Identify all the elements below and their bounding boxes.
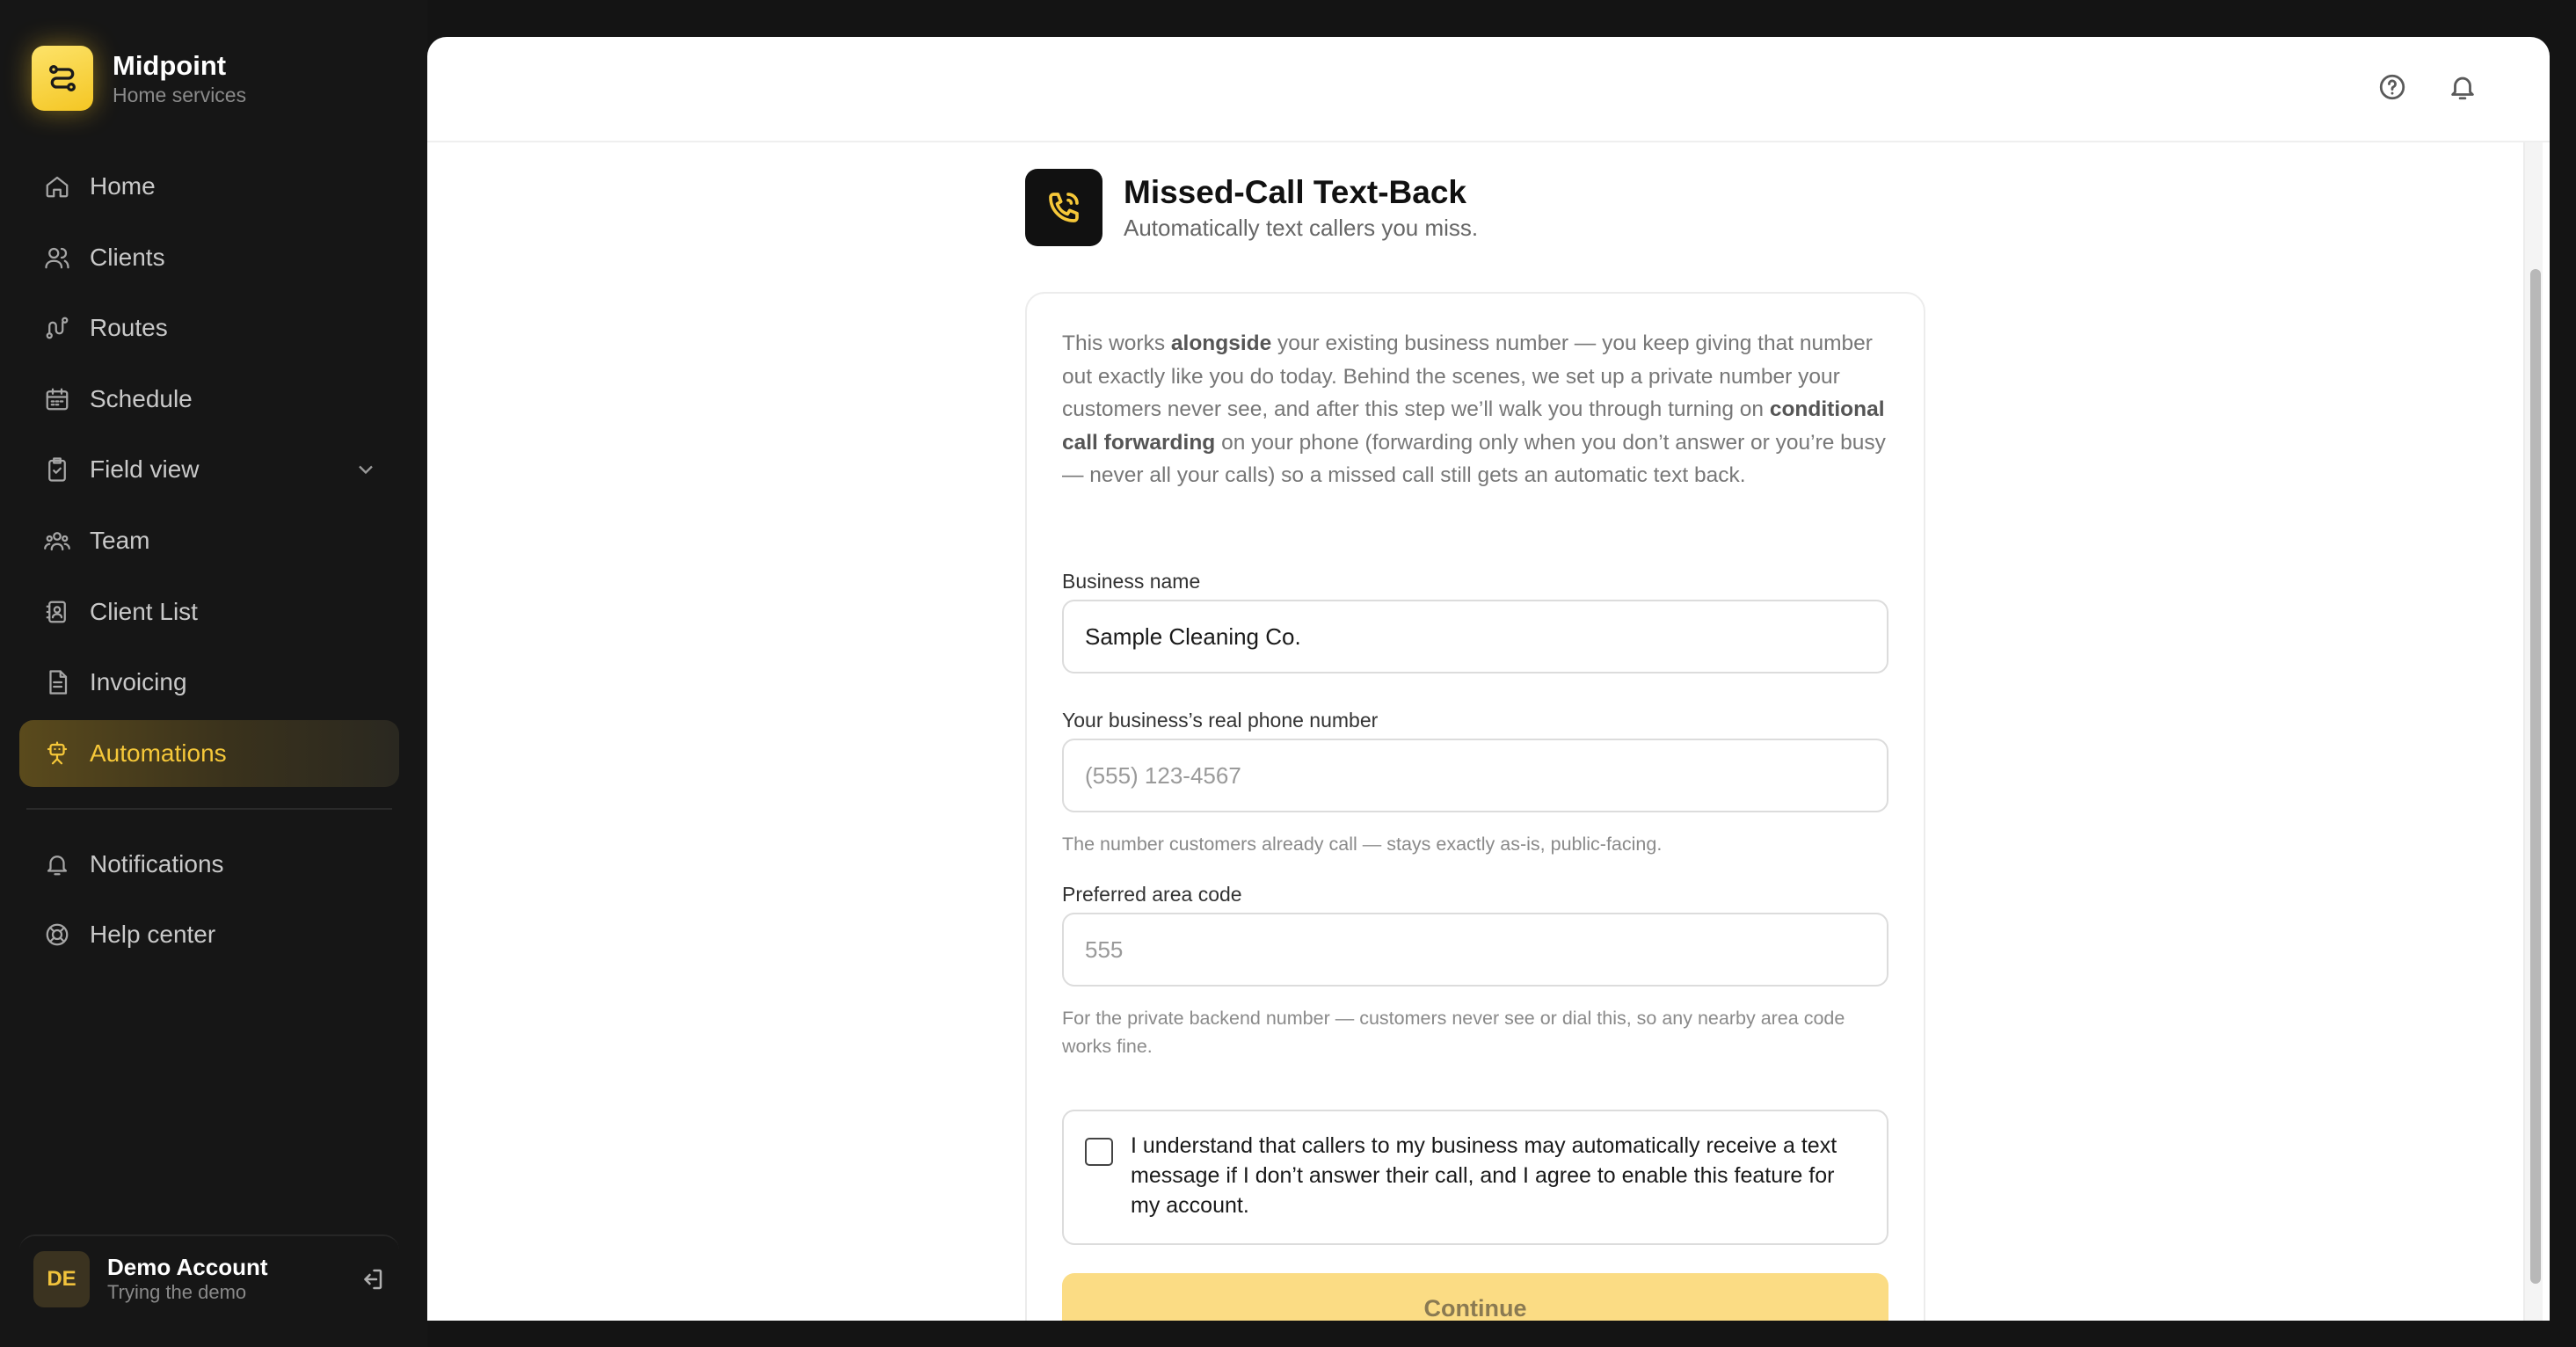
sidebar-item-label: Client List	[90, 597, 198, 625]
automation-icon	[42, 739, 72, 768]
sidebar-item-routes[interactable]: Routes	[19, 295, 399, 361]
users-icon	[42, 243, 72, 273]
sidebar-item-label: Notifications	[90, 849, 224, 877]
brand[interactable]: Midpoint Home services	[32, 46, 246, 111]
topbar	[427, 37, 2550, 142]
brand-name: Midpoint	[113, 50, 227, 81]
sidebar-divider	[26, 807, 392, 810]
bell-icon[interactable]	[2448, 72, 2483, 107]
sidebar-item-label: Invoicing	[90, 668, 187, 696]
sidebar-item-invoicing[interactable]: Invoicing	[19, 649, 399, 716]
continue-button[interactable]: Continue	[1062, 1273, 1888, 1321]
phone-number-label: Your business’s real phone number	[1062, 709, 1379, 732]
sidebar-item-automations[interactable]: Automations	[19, 719, 399, 787]
area-code-input[interactable]	[1062, 913, 1888, 987]
area-code-label: Preferred area code	[1062, 883, 1242, 906]
route-icon	[32, 46, 93, 111]
logout-icon[interactable]	[359, 1266, 387, 1294]
account-name: Demo Account	[107, 1254, 268, 1280]
sidebar-nav: Home Clients Routes Schedule Field view …	[19, 153, 399, 972]
sidebar-item-label: Schedule	[90, 384, 193, 412]
contact-book-icon	[42, 597, 72, 627]
consent-box: I understand that callers to my business…	[1062, 1110, 1888, 1245]
phone-number-input[interactable]	[1062, 739, 1888, 812]
home-icon	[42, 171, 72, 201]
sidebar-item-label: Automations	[90, 739, 227, 767]
route-icon	[42, 313, 72, 343]
sidebar-item-clients[interactable]: Clients	[19, 224, 399, 291]
sidebar-item-label: Home	[90, 172, 156, 200]
sidebar-item-field-view[interactable]: Field view	[19, 436, 399, 503]
calendar-icon	[42, 384, 72, 414]
main-panel: Missed-Call Text-Back Automatically text…	[427, 37, 2550, 1321]
avatar: DE	[33, 1251, 90, 1307]
business-name-input[interactable]	[1062, 600, 1888, 674]
sidebar-item-team[interactable]: Team	[19, 507, 399, 574]
intro-text-bold: alongside	[1170, 331, 1272, 355]
lifebuoy-icon	[42, 920, 72, 950]
sidebar-item-help-center[interactable]: Help center	[19, 901, 399, 968]
page-header: Missed-Call Text-Back Automatically text…	[1025, 169, 1478, 246]
sidebar-item-notifications[interactable]: Notifications	[19, 831, 399, 898]
account-subtitle: Trying the demo	[107, 1281, 247, 1303]
consent-checkbox[interactable]	[1085, 1138, 1113, 1166]
sidebar-item-label: Clients	[90, 243, 165, 271]
account-panel[interactable]: DE Demo Account Trying the demo	[19, 1234, 399, 1322]
business-name-label: Business name	[1062, 570, 1201, 593]
sidebar-item-home[interactable]: Home	[19, 153, 399, 220]
sidebar-item-client-list[interactable]: Client List	[19, 579, 399, 645]
area-code-hint: For the private backend number — custome…	[1062, 1008, 1845, 1057]
team-icon	[42, 526, 72, 556]
phone-number-hint: The number customers already call — stay…	[1062, 834, 1663, 855]
setup-card: This works alongside your existing busin…	[1025, 292, 1925, 1321]
phone-icon	[1025, 169, 1102, 246]
bell-icon	[42, 849, 72, 879]
clipboard-icon	[42, 455, 72, 484]
page-title: Missed-Call Text-Back	[1124, 174, 1466, 210]
scrollbar[interactable]	[2523, 142, 2543, 1321]
intro-text: This works alongside your existing busin…	[1062, 327, 1888, 492]
page-subtitle: Automatically text callers you miss.	[1124, 215, 1479, 241]
intro-text-part: This works	[1062, 331, 1171, 355]
sidebar-item-label: Team	[90, 526, 150, 554]
sidebar-item-schedule[interactable]: Schedule	[19, 366, 399, 433]
sidebar-item-label: Routes	[90, 314, 168, 342]
brand-subtitle: Home services	[113, 84, 247, 106]
scrollbar-thumb[interactable]	[2530, 269, 2541, 1284]
help-icon[interactable]	[2377, 72, 2412, 107]
consent-text: I understand that callers to my business…	[1131, 1133, 1837, 1218]
sidebar-item-label: Field view	[90, 455, 200, 484]
sidebar-item-label: Help center	[90, 921, 216, 949]
sidebar: Midpoint Home services Home Clients Rout…	[0, 0, 427, 1347]
chevron-down-icon[interactable]	[353, 457, 378, 482]
invoice-icon	[42, 667, 72, 697]
